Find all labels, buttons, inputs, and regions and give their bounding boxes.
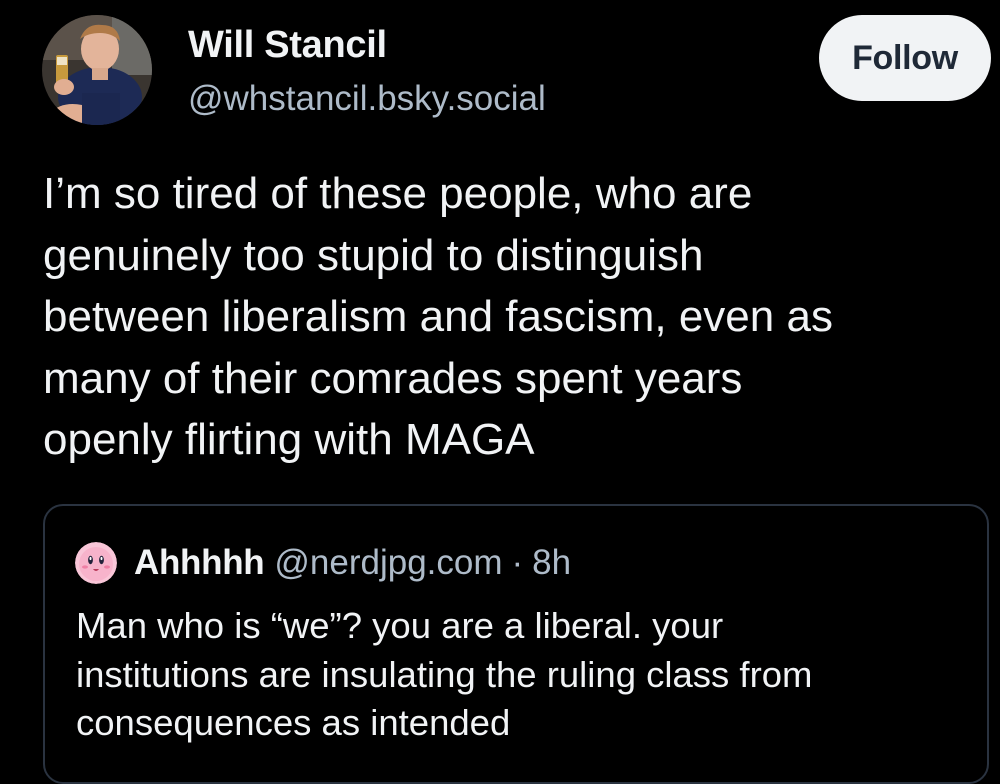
quoted-author-display-name[interactable]: Ahhhhh (134, 543, 265, 583)
header-separator: · (511, 543, 524, 582)
kirby-avatar-icon (75, 542, 117, 584)
post-text-line: openly flirting with MAGA (43, 415, 535, 464)
post-text-line: many of their comrades spent years (43, 353, 743, 403)
author-handle[interactable]: @whstancil.bsky.social (188, 79, 546, 119)
quoted-post-text-line: Man who is “we”? you are a liberal. your (76, 605, 724, 646)
quoted-post-text-line: institutions are insulating the ruling c… (76, 653, 813, 695)
quoted-author-handle[interactable]: @nerdjpg.com (274, 543, 502, 583)
profile-photo-avatar-icon (42, 15, 152, 125)
post-text-line: between liberalism and fascism, even as (43, 292, 833, 341)
quoted-post-text-line: consequences as intended (76, 702, 511, 743)
post-text: I’m so tired of these people, who are ge… (43, 163, 983, 471)
quoted-post-timestamp[interactable]: 8h (532, 543, 571, 583)
quoted-post-header: Ahhhhh @nerdjpg.com · 8h (75, 542, 571, 584)
post: Will Stancil @whstancil.bsky.social Foll… (0, 0, 1000, 784)
post-text-line: I’m so tired of these people, who are (43, 169, 753, 218)
author-display-name[interactable]: Will Stancil (188, 24, 387, 67)
author-avatar[interactable] (42, 15, 152, 125)
quoted-post-card[interactable]: Ahhhhh @nerdjpg.com · 8h Man who is “we”… (43, 504, 989, 784)
follow-button[interactable]: Follow (819, 15, 991, 101)
quoted-author-avatar[interactable] (75, 542, 117, 584)
post-text-line: genuinely too stupid to distinguish (43, 230, 704, 280)
quoted-post-text: Man who is “we”? you are a liberal. your… (76, 602, 976, 748)
